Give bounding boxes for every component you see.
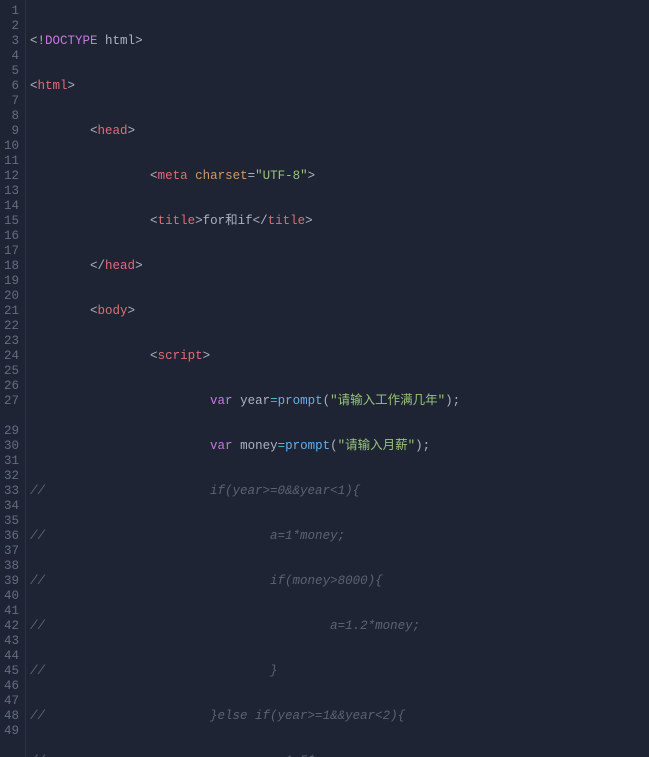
code-line: <script> (30, 349, 649, 364)
line-number: 17 (4, 244, 19, 259)
line-number: 11 (4, 154, 19, 169)
line-number: 9 (4, 124, 19, 139)
line-number: 36 (4, 529, 19, 544)
line-number-gutter: 1234567891011121314151617181920212223242… (0, 0, 26, 757)
line-number: 4 (4, 49, 19, 64)
line-number: 19 (4, 274, 19, 289)
line-number: 14 (4, 199, 19, 214)
code-line: var year=prompt("请输入工作满几年"); (30, 394, 649, 409)
line-number: 7 (4, 94, 19, 109)
line-number: 48 (4, 709, 19, 724)
line-number: 13 (4, 184, 19, 199)
line-number: 49 (4, 724, 19, 739)
line-number: 42 (4, 619, 19, 634)
code-line: // if(year>=0&&year<1){ (30, 484, 649, 499)
line-number: 46 (4, 679, 19, 694)
line-number: 1 (4, 4, 19, 19)
line-number: 43 (4, 634, 19, 649)
line-number: 44 (4, 649, 19, 664)
line-number: 5 (4, 64, 19, 79)
line-number: 12 (4, 169, 19, 184)
line-number (4, 409, 19, 424)
code-area[interactable]: <!DOCTYPE html> <html> <head> <meta char… (26, 0, 649, 757)
line-number: 41 (4, 604, 19, 619)
line-number: 3 (4, 34, 19, 49)
code-line: <!DOCTYPE html> (30, 34, 649, 49)
code-line: <body> (30, 304, 649, 319)
code-line: // a=1*money; (30, 529, 649, 544)
line-number: 18 (4, 259, 19, 274)
line-number: 20 (4, 289, 19, 304)
code-editor[interactable]: 1234567891011121314151617181920212223242… (0, 0, 649, 757)
line-number: 23 (4, 334, 19, 349)
line-number: 27 (4, 394, 19, 409)
code-line: // a=1.2*money; (30, 619, 649, 634)
line-number: 15 (4, 214, 19, 229)
line-number: 16 (4, 229, 19, 244)
line-number: 47 (4, 694, 19, 709)
line-number: 39 (4, 574, 19, 589)
code-line: // } (30, 664, 649, 679)
line-number: 32 (4, 469, 19, 484)
code-line: // if(money>8000){ (30, 574, 649, 589)
line-number: 10 (4, 139, 19, 154)
line-number: 40 (4, 589, 19, 604)
line-number: 8 (4, 109, 19, 124)
code-line: var money=prompt("请输入月薪"); (30, 439, 649, 454)
line-number: 24 (4, 349, 19, 364)
code-line: <html> (30, 79, 649, 94)
line-number: 35 (4, 514, 19, 529)
code-line: </head> (30, 259, 649, 274)
line-number: 29 (4, 424, 19, 439)
line-number: 37 (4, 544, 19, 559)
line-number: 22 (4, 319, 19, 334)
code-line: <title>for和if</title> (30, 214, 649, 229)
code-line: <meta charset="UTF-8"> (30, 169, 649, 184)
line-number: 30 (4, 439, 19, 454)
line-number: 21 (4, 304, 19, 319)
line-number: 34 (4, 499, 19, 514)
line-number: 31 (4, 454, 19, 469)
line-number: 38 (4, 559, 19, 574)
line-number: 2 (4, 19, 19, 34)
line-number: 45 (4, 664, 19, 679)
line-number: 26 (4, 379, 19, 394)
code-line: <head> (30, 124, 649, 139)
code-line: // }else if(year>=1&&year<2){ (30, 709, 649, 724)
line-number: 33 (4, 484, 19, 499)
line-number: 25 (4, 364, 19, 379)
line-number: 6 (4, 79, 19, 94)
